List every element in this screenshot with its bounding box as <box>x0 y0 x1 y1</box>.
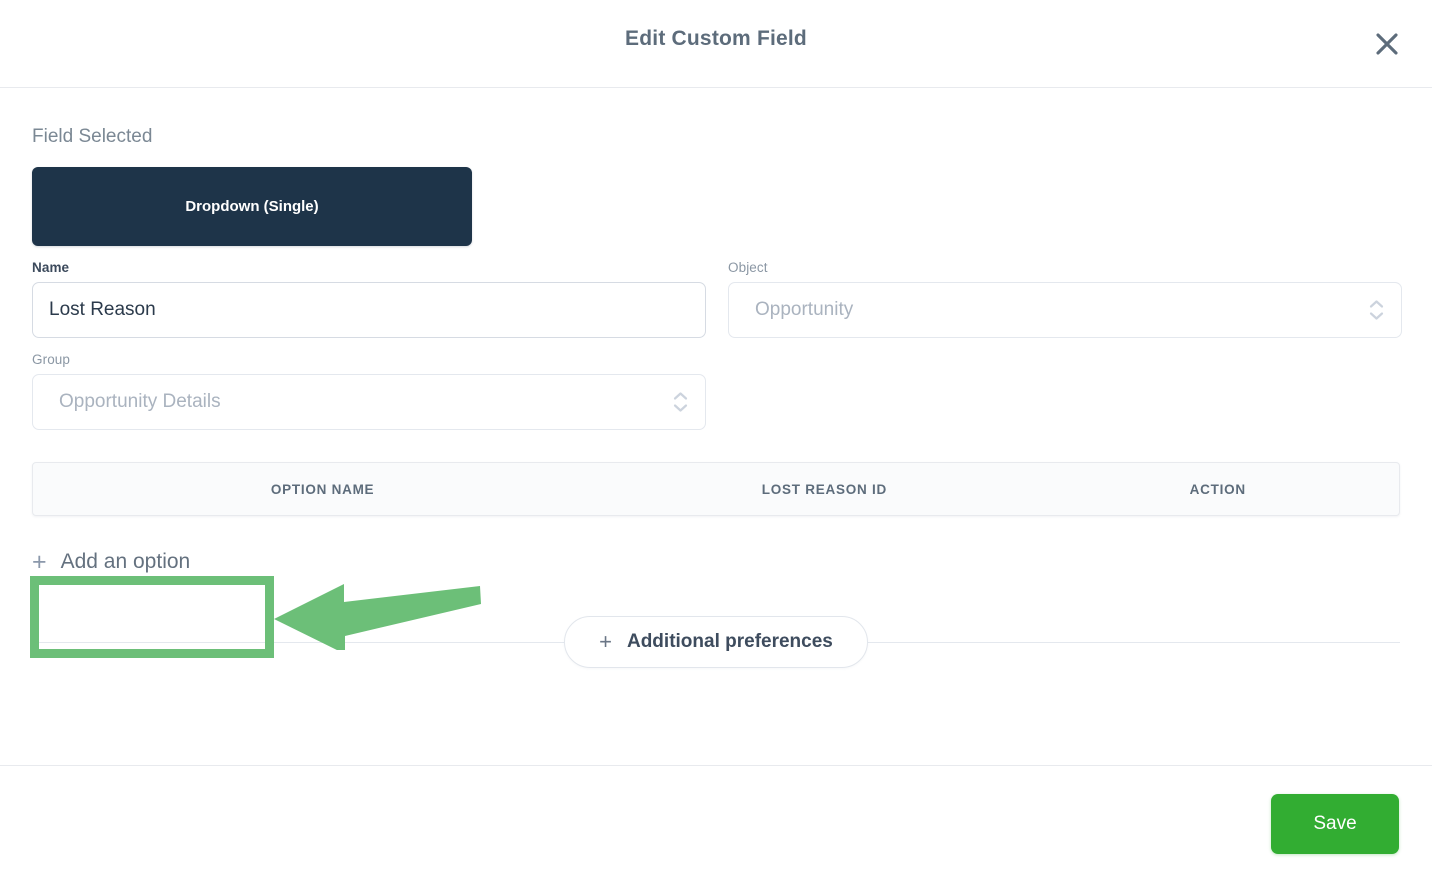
object-select-value: Opportunity <box>755 299 854 320</box>
additional-preferences-label: Additional preferences <box>626 631 833 652</box>
field-type-chip[interactable]: Dropdown (Single) <box>32 167 472 246</box>
plus-icon: + <box>32 547 47 576</box>
options-table-header: OPTION NAME LOST REASON ID ACTION <box>32 462 1400 516</box>
page-title: Edit Custom Field <box>625 27 807 50</box>
object-select-wrap: Opportunity <box>728 282 1402 338</box>
plus-icon: + <box>599 629 612 654</box>
modal-body: Field Selected Dropdown (Single) Name Ob… <box>0 124 1432 800</box>
object-select[interactable]: Opportunity <box>728 282 1402 338</box>
name-input[interactable] <box>32 282 706 338</box>
options-table: OPTION NAME LOST REASON ID ACTION + Add … <box>32 462 1400 594</box>
group-select-value: Opportunity Details <box>59 391 221 412</box>
group-select[interactable]: Opportunity Details <box>32 374 706 430</box>
additional-preferences-button[interactable]: + Additional preferences <box>564 616 868 668</box>
group-label: Group <box>32 352 71 367</box>
close-icon <box>1374 31 1400 57</box>
object-field-group: Object Opportunity <box>728 260 1402 338</box>
close-button[interactable] <box>1365 22 1409 66</box>
field-type-chip-label: Dropdown (Single) <box>185 198 319 215</box>
name-label: Name <box>32 260 70 275</box>
column-header-action: ACTION <box>1189 481 1246 497</box>
modal-footer: Save <box>0 765 1432 875</box>
save-button[interactable]: Save <box>1271 794 1399 854</box>
group-field-group: Group Opportunity Details <box>32 352 706 430</box>
add-an-option-label: Add an option <box>60 550 191 573</box>
additional-preferences-row: + Additional preferences <box>32 616 1400 668</box>
form-row-group: Group Opportunity Details <box>32 352 1400 430</box>
column-header-option-name: OPTION NAME <box>270 481 375 497</box>
column-header-lost-reason-id: LOST REASON ID <box>761 481 887 497</box>
add-option-row: + Add an option <box>32 530 1400 594</box>
form-row-name-object: Name Object Opportunity <box>32 260 1402 338</box>
object-label: Object <box>728 260 768 275</box>
modal-header: Edit Custom Field <box>0 0 1432 88</box>
add-an-option-button[interactable]: + Add an option <box>32 547 191 576</box>
name-field-group: Name <box>32 260 706 338</box>
field-selected-label: Field Selected <box>32 126 153 147</box>
group-select-wrap: Opportunity Details <box>32 374 706 430</box>
